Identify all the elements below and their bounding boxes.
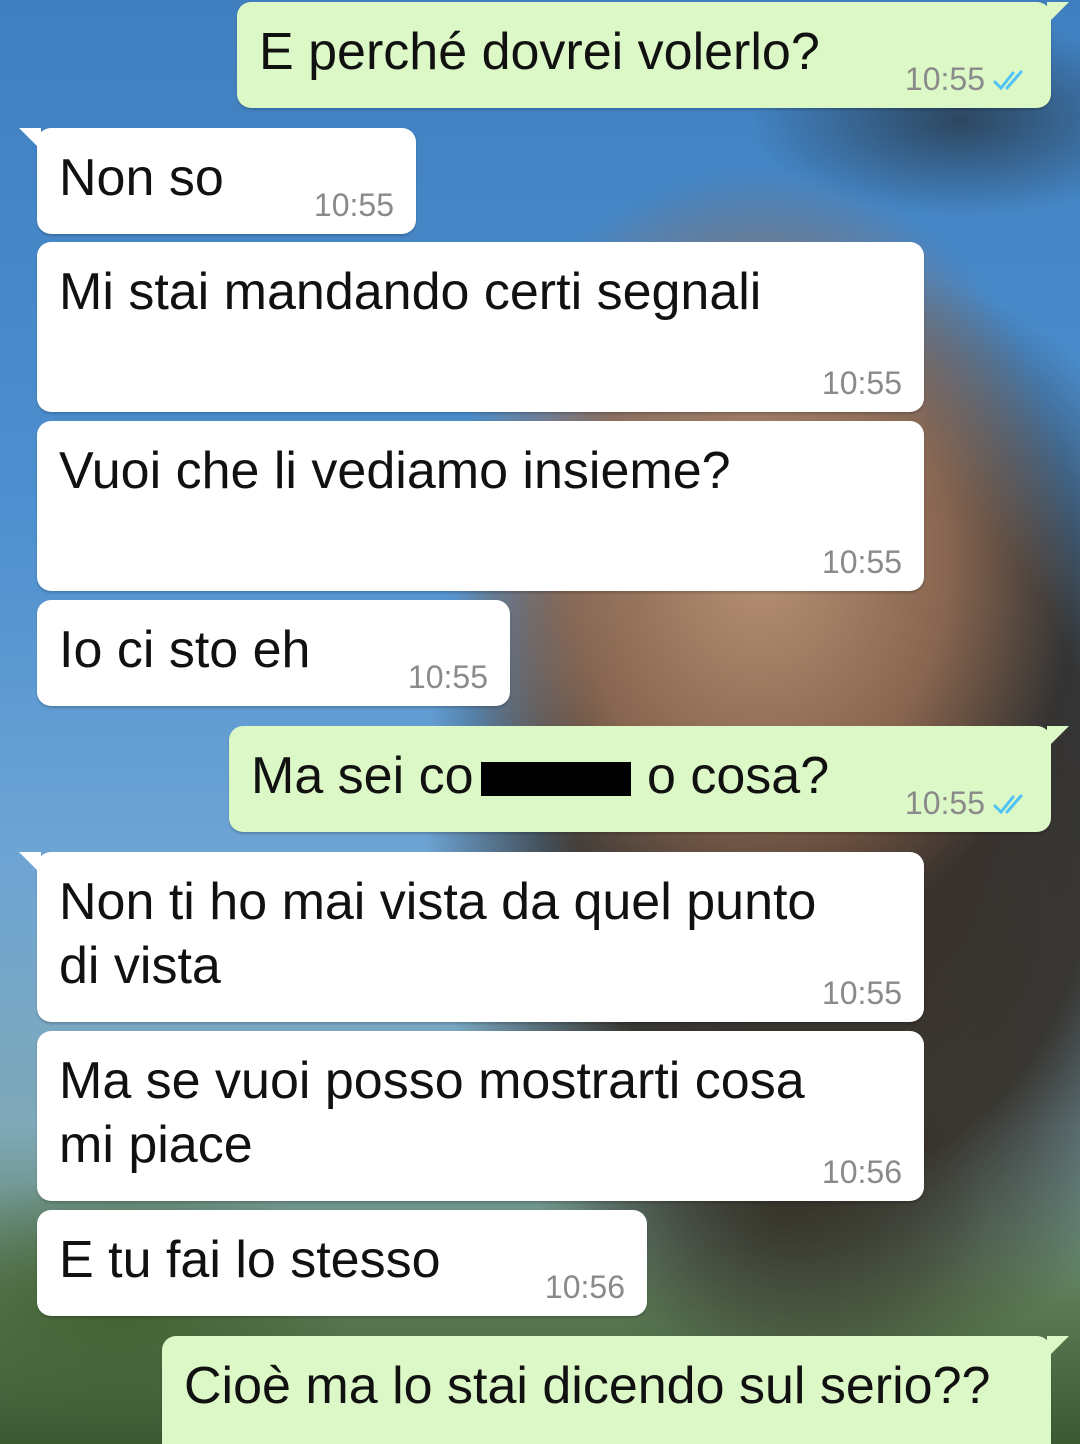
message-bubble-incoming[interactable]: Io ci sto eh 10:55 [37, 600, 510, 706]
message-time: 10:55 [407, 659, 488, 695]
message-meta: 10:56 [545, 1269, 625, 1306]
double-check-icon [993, 68, 1029, 92]
message-bubble-incoming[interactable]: Non so 10:55 [19, 128, 416, 234]
message-time: 10:55 [821, 544, 902, 580]
message-bubble-outgoing[interactable]: Cioè ma lo stai dicendo sul serio?? [162, 1336, 1069, 1444]
message-meta: 10:55 [822, 975, 902, 1012]
message-text: Ma se vuoi posso mostrarti cosa mi piace [59, 1052, 805, 1174]
message-meta: 10:55 [408, 659, 488, 696]
message-bubble-incoming[interactable]: Ma se vuoi posso mostrarti cosa mi piace… [37, 1031, 924, 1201]
message-bubble-incoming[interactable]: Non ti ho mai vista da quel punto di vis… [19, 852, 924, 1022]
message-text: Non so [59, 149, 224, 207]
message-text: Vuoi che li vediamo insieme? [59, 442, 731, 500]
message-text-continued: o cosa? [647, 747, 830, 805]
message-time: 10:55 [904, 61, 985, 97]
message-time: 10:56 [544, 1269, 625, 1305]
message-text: Non ti ho mai vista da quel punto di vis… [59, 873, 817, 995]
message-bubble-incoming[interactable]: Vuoi che li vediamo insieme? 10:55 [37, 421, 924, 591]
message-meta: 10:56 [822, 1154, 902, 1191]
message-text: Cioè ma lo stai dicendo sul serio?? [184, 1357, 991, 1415]
message-time: 10:55 [821, 975, 902, 1011]
message-meta: 10:55 [314, 187, 394, 224]
message-meta: 10:55 [905, 61, 1029, 98]
message-text: Io ci sto eh [59, 621, 311, 679]
message-time: 10:55 [821, 365, 902, 401]
message-bubble-incoming[interactable]: Mi stai mandando certi segnali 10:55 [37, 242, 924, 412]
message-text: E tu fai lo stesso [59, 1231, 441, 1289]
message-list[interactable]: E perché dovrei volerlo? 10:55 Non so 10… [0, 0, 1080, 1444]
message-time: 10:56 [821, 1154, 902, 1190]
redaction-bar [481, 762, 631, 796]
message-text: Ma sei co [251, 747, 474, 805]
message-text: E perché dovrei volerlo? [259, 23, 820, 81]
double-check-icon [993, 792, 1029, 816]
message-bubble-incoming[interactable]: E tu fai lo stesso 10:56 [37, 1210, 647, 1316]
message-time: 10:55 [904, 785, 985, 821]
message-text: Mi stai mandando certi segnali [59, 263, 762, 321]
message-meta: 10:55 [822, 365, 902, 402]
message-meta: 10:55 [905, 785, 1029, 822]
message-bubble-outgoing[interactable]: E perché dovrei volerlo? 10:55 [237, 2, 1069, 108]
message-time: 10:55 [313, 187, 394, 223]
message-meta: 10:55 [822, 544, 902, 581]
message-bubble-outgoing[interactable]: Ma sei co o cosa? 10:55 [229, 726, 1069, 832]
